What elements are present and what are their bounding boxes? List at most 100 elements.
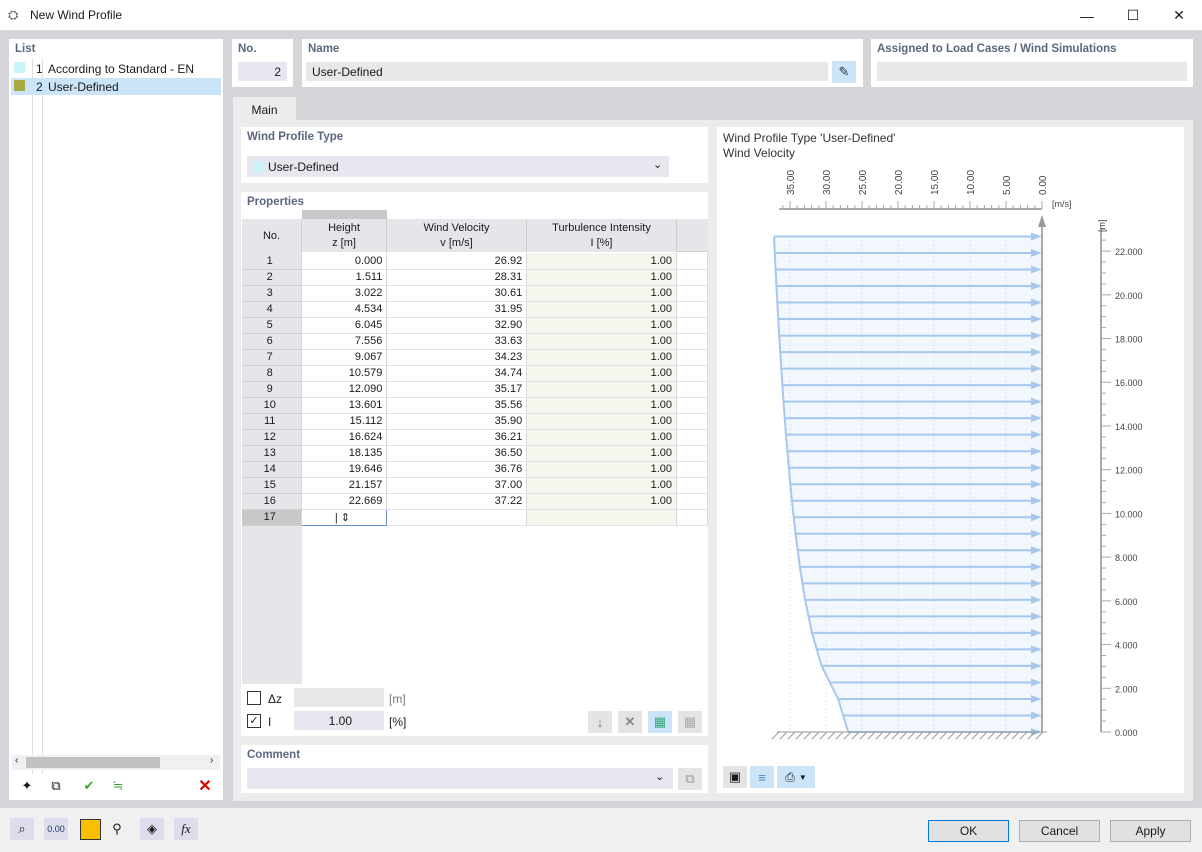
velocity-cell[interactable]: 35.56 [386,397,528,414]
no-field[interactable]: 2 [238,62,287,81]
excel-import-icon[interactable]: ▦ [648,711,672,733]
height-cell[interactable]: 10.579 [301,365,388,382]
copy-icon[interactable]: ⧉ [44,775,68,797]
check-selected-icon[interactable]: ≒ [106,775,130,797]
turbulence-cell[interactable]: 1.00 [526,253,678,270]
height-input[interactable]: | ⇕ [301,508,388,526]
close-button[interactable]: ✕ [1156,0,1202,31]
turbulence-cell[interactable]: 1.00 [526,301,678,318]
comment-input[interactable]: ⌄ [247,768,673,789]
table-row[interactable]: 5 6.045 32.90 1.00 [242,317,708,334]
table-row[interactable]: 12 16.624 36.21 1.00 [242,429,708,446]
ok-button[interactable]: OK [928,820,1009,842]
velocity-cell[interactable]: 36.76 [386,461,528,478]
velocity-cell[interactable]: 36.21 [386,429,528,446]
table-row[interactable]: 6 7.556 33.63 1.00 [242,333,708,350]
comment-library-icon[interactable]: ⧉ [678,768,702,790]
model-icon[interactable]: ⚲ [105,818,129,840]
turbulence-cell[interactable]: 1.00 [526,349,678,366]
display-icon[interactable]: ≡ [750,766,774,788]
turbulence-cell[interactable]: 1.00 [526,381,678,398]
table-row[interactable]: 3 3.022 30.61 1.00 [242,285,708,302]
table-row[interactable]: 1 0.000 26.92 1.00 [242,253,708,270]
table-row[interactable]: 15 21.157 37.00 1.00 [242,477,708,494]
turbulence-cell[interactable]: 1.00 [526,365,678,382]
velocity-cell[interactable]: 37.22 [386,493,528,510]
list-item[interactable]: 2 User-Defined [11,78,221,95]
height-cell[interactable]: 15.112 [301,413,388,430]
height-cell[interactable]: 9.067 [301,349,388,366]
height-cell[interactable]: 18.135 [301,445,388,462]
height-cell[interactable]: 3.022 [301,285,388,302]
velocity-cell[interactable]: 26.92 [386,253,528,270]
edit-name-icon[interactable]: ✎ [832,61,856,83]
minimize-button[interactable]: — [1064,0,1110,31]
delete-icon[interactable]: ✕ [193,775,217,797]
list-item[interactable]: 1 According to Standard - EN 1991 | [11,60,221,90]
velocity-cell[interactable]: 32.90 [386,317,528,334]
print-button[interactable]: ⎙ ▼ [777,766,815,788]
i-input[interactable]: 1.00 [294,711,384,730]
turbulence-cell[interactable]: 1.00 [526,285,678,302]
height-cell[interactable]: 12.090 [301,381,388,398]
turbulence-cell[interactable]: 1.00 [526,397,678,414]
dz-input[interactable] [294,688,384,707]
sort-icon[interactable]: ↓ [588,711,612,733]
height-cell[interactable]: 4.534 [301,301,388,318]
turbulence-cell[interactable]: 1.00 [526,461,678,478]
velocity-cell[interactable]: 34.74 [386,365,528,382]
turbulence-cell[interactable]: 1.00 [526,477,678,494]
turbulence-cell[interactable]: 1.00 [526,317,678,334]
profile-type-select[interactable]: User-Defined ⌄ [247,156,669,177]
height-cell[interactable]: 0.000 [301,253,388,270]
velocity-cell[interactable]: 31.95 [386,301,528,318]
turbulence-cell[interactable]: 1.00 [526,269,678,286]
table-row[interactable]: 13 18.135 36.50 1.00 [242,445,708,462]
height-cell[interactable]: 21.157 [301,477,388,494]
name-input[interactable]: User-Defined [306,62,828,81]
turbulence-cell[interactable]: 1.00 [526,413,678,430]
height-cell[interactable]: 1.511 [301,269,388,286]
velocity-cell[interactable]: 33.63 [386,333,528,350]
dz-checkbox[interactable] [247,691,261,705]
height-cell[interactable]: 16.624 [301,429,388,446]
delete-row-icon[interactable]: ✕ [618,711,642,733]
table-row[interactable]: 2 1.511 28.31 1.00 [242,269,708,286]
color-icon[interactable] [80,819,101,840]
height-cell[interactable]: 7.556 [301,333,388,350]
velocity-cell[interactable]: 30.61 [386,285,528,302]
turbulence-cell[interactable]: 1.00 [526,429,678,446]
assigned-field[interactable] [877,62,1187,81]
new-table-row[interactable]: 17 | ⇕ [242,508,708,526]
turbulence-cell[interactable]: 1.00 [526,493,678,510]
view-options-icon[interactable]: ▣ [723,766,747,788]
table-row[interactable]: 8 10.579 34.74 1.00 [242,365,708,382]
i-checkbox[interactable]: ✓ [247,714,261,728]
search-icon[interactable]: ⌕ [10,818,34,840]
height-cell[interactable]: 6.045 [301,317,388,334]
tab-main[interactable]: Main [233,97,296,121]
horizontal-scrollbar[interactable]: ‹ › [12,755,220,770]
velocity-cell[interactable]: 37.00 [386,477,528,494]
function-icon[interactable]: fx [174,818,198,840]
velocity-cell[interactable]: 34.23 [386,349,528,366]
number-format-icon[interactable]: 0.00 [44,818,68,840]
velocity-cell[interactable]: 36.50 [386,445,528,462]
new-item-icon[interactable]: ✦ [15,775,39,797]
height-cell[interactable]: 19.646 [301,461,388,478]
velocity-cell[interactable]: 35.90 [386,413,528,430]
table-row[interactable]: 11 15.112 35.90 1.00 [242,413,708,430]
table-row[interactable]: 10 13.601 35.56 1.00 [242,397,708,414]
height-cell[interactable]: 13.601 [301,397,388,414]
cancel-button[interactable]: Cancel [1019,820,1100,842]
maximize-button[interactable]: ☐ [1110,0,1156,31]
height-cell[interactable]: 22.669 [301,493,388,510]
table-row[interactable]: 14 19.646 36.76 1.00 [242,461,708,478]
excel-export-icon[interactable]: ▦ [678,711,702,733]
table-row[interactable]: 4 4.534 31.95 1.00 [242,301,708,318]
turbulence-cell[interactable]: 1.00 [526,333,678,350]
check-all-icon[interactable]: ✔ [77,775,101,797]
apply-button[interactable]: Apply [1110,820,1191,842]
turbulence-cell[interactable]: 1.00 [526,445,678,462]
view-icon[interactable]: ◈ [140,818,164,840]
